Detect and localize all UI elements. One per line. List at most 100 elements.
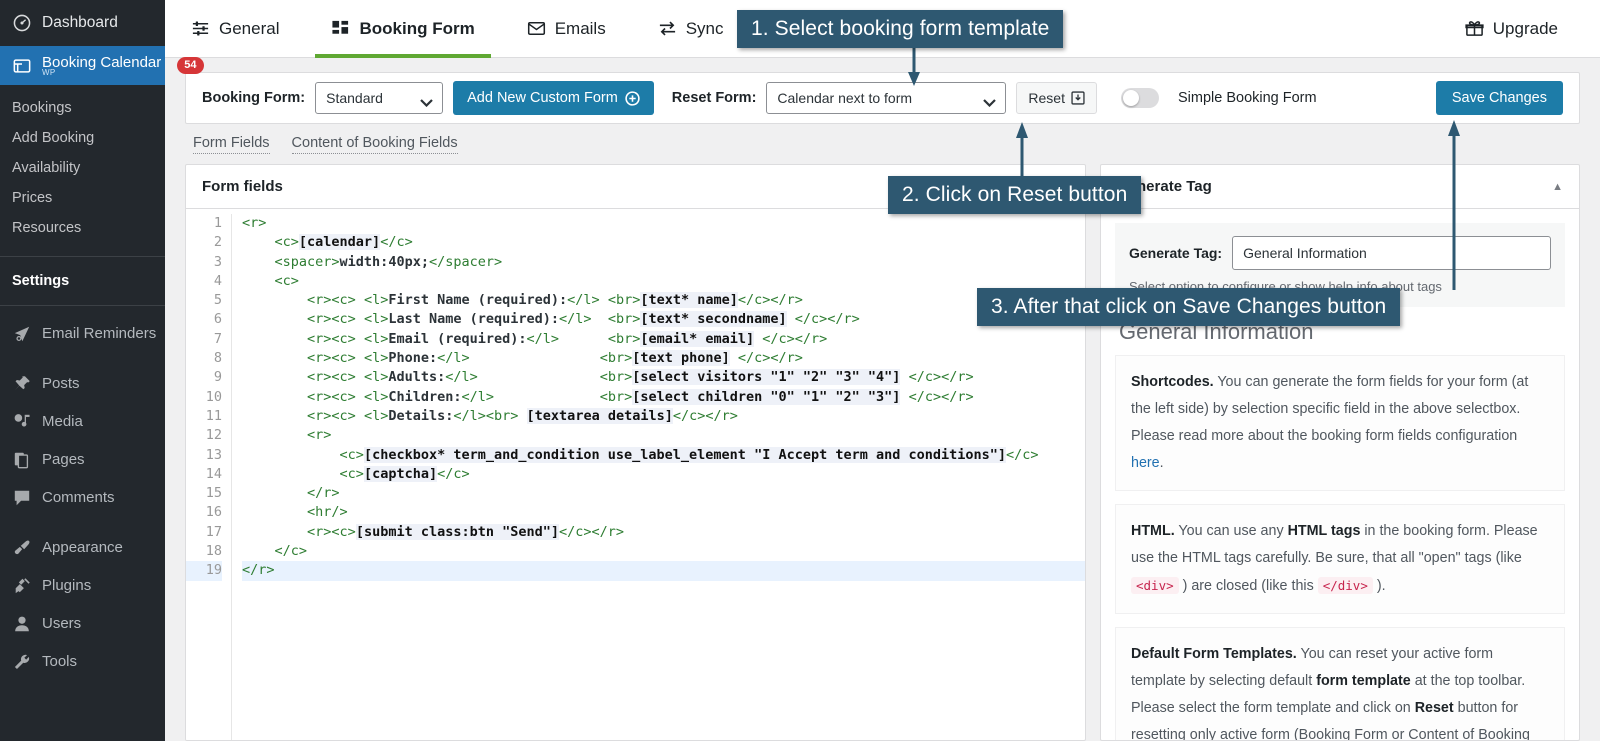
editor-code-line[interactable]: <r><c>[submit class:btn "Send"]</c></r>	[242, 523, 1085, 542]
tab-emails[interactable]: Emails	[501, 0, 632, 58]
add-new-custom-form-label: Add New Custom Form	[467, 90, 618, 106]
simple-booking-form-label: Simple Booking Form	[1177, 90, 1317, 106]
editor-code-line[interactable]: <r><c> <l>Children:</l> <br>[select chil…	[242, 388, 1085, 407]
editor-code-line[interactable]: <r>	[242, 214, 1085, 233]
sidebar-divider-1	[0, 256, 165, 257]
sidebar-item-email-reminders[interactable]: Email Reminders	[0, 315, 165, 353]
add-new-custom-form-button[interactable]: Add New Custom Form	[453, 81, 654, 115]
sidebar-item-comments[interactable]: Comments	[0, 479, 165, 517]
subtab-content-of-booking-fields[interactable]: Content of Booking Fields	[291, 135, 458, 154]
editor-code-line[interactable]: <r><c> <l>Phone:</l> <br>[text phone] </…	[242, 349, 1085, 368]
form-fields-panel-title: Form fields	[202, 178, 283, 195]
sync-arrows-icon	[659, 21, 675, 36]
editor-code-line[interactable]: <spacer>width:40px;</spacer>	[242, 253, 1085, 272]
editor-line-number: 7	[213, 330, 222, 347]
sidebar-item-users[interactable]: Users	[0, 605, 165, 643]
tab-label-sync: Sync	[685, 18, 724, 38]
editor-code-line[interactable]: </r>	[242, 484, 1085, 503]
sidebar-item-dashboard[interactable]: Dashboard	[0, 0, 165, 46]
sidebar-item-media[interactable]: Media	[0, 403, 165, 441]
reset-button[interactable]: Reset	[1016, 82, 1097, 114]
sidebar-item-prices[interactable]: Prices	[0, 183, 165, 213]
code-editor[interactable]: 1 2 3 4 5 6 7 8 9 10 11 12 13 14 15 16 17 18 19 <r> <c>[ca…	[186, 209, 1085, 740]
editor-code-line[interactable]: <r><c> <l>First Name (required):</l> <br…	[242, 291, 1085, 310]
sidebar-item-settings[interactable]: Settings	[0, 266, 165, 296]
reset-form-select[interactable]: Calendar next to form	[766, 82, 1007, 114]
sidebar-item-plugins[interactable]: Plugins	[0, 567, 165, 605]
sidebar-label-users: Users	[42, 615, 82, 632]
help-card-html-title: HTML.	[1131, 523, 1175, 539]
generate-tag-panel-header: Generate Tag ▲	[1101, 165, 1579, 209]
editor-code-line[interactable]: <hr/>	[242, 503, 1085, 522]
collapse-caret-icon[interactable]: ▲	[1552, 181, 1563, 193]
help-card-shortcodes: Shortcodes. You can generate the form fi…	[1115, 355, 1565, 491]
toggle-knob	[1122, 90, 1139, 106]
help-card-shortcodes-tail: .	[1159, 455, 1164, 471]
help-card-html-body1: You can use any	[1174, 523, 1288, 539]
annotation-step-2: 2. Click on Reset button	[888, 176, 1142, 214]
annotation-arrow-3	[1440, 120, 1468, 290]
help-card-templates-bold2: Reset	[1414, 700, 1454, 716]
booking-form-select-value: Standard	[326, 90, 383, 106]
editor-code-line[interactable]: </r>	[242, 561, 1085, 581]
editor-line-number: 16	[205, 504, 222, 521]
sidebar-item-resources[interactable]: Resources	[0, 213, 165, 243]
envelope-icon	[527, 22, 545, 35]
editor-code-line[interactable]: <r><c> <l>Last Name (required):</l> <br>…	[242, 310, 1085, 329]
generate-tag-panel: Generate Tag ▲ Generate Tag: General Inf…	[1100, 164, 1580, 741]
editor-line-number: 8	[213, 350, 222, 367]
generate-tag-label: Generate Tag:	[1129, 245, 1223, 261]
chevron-down-icon	[420, 94, 433, 108]
editor-code-line[interactable]: <c>	[242, 272, 1085, 291]
sidebar-item-availability[interactable]: Availability	[0, 153, 165, 183]
help-card-html-code1: <div>	[1131, 577, 1179, 594]
sidebar-item-appearance[interactable]: Appearance	[0, 529, 165, 567]
editor-code-line[interactable]: <r><c> <l>Email (required):</l> <br>[ema…	[242, 330, 1085, 349]
sidebar-item-booking-calendar[interactable]: Booking Calendar WP 54	[0, 46, 204, 85]
sidebar-item-tools[interactable]: Tools	[0, 643, 165, 681]
app-root: Dashboard Booking Calendar WP 54 Booking…	[0, 0, 1600, 741]
pages-icon	[12, 450, 32, 470]
tab-label-upgrade: Upgrade	[1492, 18, 1558, 38]
editor-code-line[interactable]: <r><c> <l>Details:</l><br> [textarea det…	[242, 407, 1085, 426]
tab-label-emails: Emails	[554, 18, 606, 38]
editor-code-line[interactable]: <c>[captcha]</c>	[242, 465, 1085, 484]
simple-booking-form-toggle[interactable]	[1120, 88, 1159, 108]
form-subtabs: Form Fields Content of Booking Fields	[165, 124, 1600, 154]
sidebar-item-add-booking[interactable]: Add Booking	[0, 123, 165, 153]
save-changes-button[interactable]: Save Changes	[1435, 81, 1563, 115]
sidebar-item-pages[interactable]: Pages	[0, 441, 165, 479]
sidebar-label-dashboard: Dashboard	[42, 14, 118, 31]
plug-icon	[12, 576, 32, 596]
editor-line-numbers: 1 2 3 4 5 6 7 8 9 10 11 12 13 14 15 16 17 18 19	[186, 214, 232, 740]
shortcodes-here-link[interactable]: here	[1131, 455, 1160, 471]
main-area: General Booking Form Emails Sync Users U…	[165, 0, 1600, 741]
wrench-icon	[12, 652, 32, 672]
editor-code-line[interactable]: </c>	[242, 542, 1085, 561]
plus-circle-icon	[625, 90, 640, 106]
editor-line-number: 9	[213, 369, 222, 386]
booking-calendar-sup: WP	[42, 68, 56, 77]
tab-general[interactable]: General	[165, 0, 305, 58]
editor-code-line[interactable]: <c>[calendar]</c>	[242, 233, 1085, 252]
generate-tag-select[interactable]: General Information	[1232, 236, 1551, 270]
booking-form-select[interactable]: Standard	[315, 82, 444, 114]
subtab-form-fields[interactable]: Form Fields	[193, 135, 270, 154]
editor-line-number: 10	[205, 388, 222, 405]
form-fields-panel: Form fields 1 2 3 4 5 6 7 8 9 10 11 12 13 14 15 16 17 18 1…	[185, 164, 1086, 741]
editor-code-line[interactable]: <r><c> <l>Adults:</l> <br>[select visito…	[242, 368, 1085, 387]
tab-upgrade[interactable]: Upgrade	[1439, 0, 1584, 58]
annotation-step-1: 1. Select booking form template	[737, 10, 1064, 48]
sidebar-item-posts[interactable]: Posts	[0, 365, 165, 403]
tab-sync[interactable]: Sync	[632, 0, 750, 58]
tab-booking-form[interactable]: Booking Form	[305, 0, 500, 58]
gift-icon	[1465, 21, 1484, 36]
sidebar-item-bookings[interactable]: Bookings	[0, 93, 165, 123]
sidebar-label-pages: Pages	[42, 451, 85, 468]
wp-admin-sidebar: Dashboard Booking Calendar WP 54 Booking…	[0, 0, 204, 741]
editor-code[interactable]: <r> <c>[calendar]</c> <spacer>width:40px…	[232, 214, 1085, 740]
editor-code-line[interactable]: <c>[checkbox* term_and_condition use_lab…	[242, 446, 1085, 465]
editor-code-line[interactable]: <r>	[242, 426, 1085, 445]
sidebar-label-plugins: Plugins	[42, 577, 92, 594]
tab-label-general: General	[219, 18, 280, 38]
